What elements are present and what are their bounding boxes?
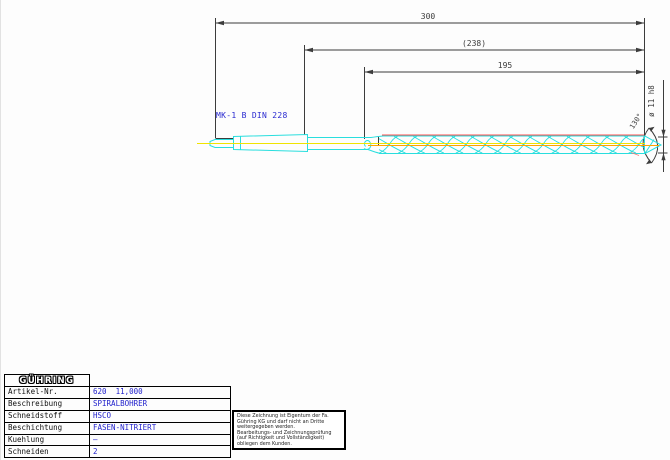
field-value: 2 xyxy=(90,446,231,458)
dimension-label-total-length: 300 xyxy=(413,13,443,21)
field-label: Beschichtung xyxy=(5,422,90,434)
field-label: Schneidstoff xyxy=(5,410,90,422)
dimension-label-flute-length: 195 xyxy=(490,62,520,70)
field-label: Beschreibung xyxy=(5,398,90,410)
field-value: 620 11,000 xyxy=(90,387,231,399)
field-value: FASEN-NITRIERT xyxy=(90,422,231,434)
drawing-disclaimer-note: Diese Zeichnung ist Eigentum der Fa. Güh… xyxy=(232,410,346,450)
table-row: Beschreibung SPIRALBOHRER xyxy=(5,398,231,410)
table-row: Beschichtung FASEN-NITRIERT xyxy=(5,422,231,434)
field-value: HSCO xyxy=(90,410,231,422)
table-row: Schneidstoff HSCO xyxy=(5,410,231,422)
diameter-tolerance-label: ø 11 h8 xyxy=(648,79,656,123)
cad-drawing-canvas: 300 (238) 195 MK-1 B DIN 228 ø 11 h8 130… xyxy=(0,0,670,460)
flute-spirals xyxy=(356,137,670,154)
field-value: – xyxy=(90,434,231,446)
field-label: Artikel-Nr. xyxy=(5,387,90,399)
taper-shank-label: MK-1 B DIN 228 xyxy=(216,112,288,120)
table-row: Artikel-Nr. 620 11,000 xyxy=(5,387,231,399)
dimension-lines xyxy=(216,18,668,172)
dimension-label-reference-length: (238) xyxy=(459,40,489,48)
dimension-arrows xyxy=(216,21,666,161)
table-row: Schneiden 2 xyxy=(5,446,231,458)
table-row: Kuehlung – xyxy=(5,434,231,446)
field-label: Kuehlung xyxy=(5,434,90,446)
field-value: SPIRALBOHRER xyxy=(90,398,231,410)
manufacturer-logo: GÜHRING xyxy=(19,376,74,386)
disclaimer-line: obliegen dem Kunden. xyxy=(237,442,342,448)
title-block-table: Artikel-Nr. 620 11,000 Beschreibung SPIR… xyxy=(4,386,231,458)
field-label: Schneiden xyxy=(5,446,90,458)
